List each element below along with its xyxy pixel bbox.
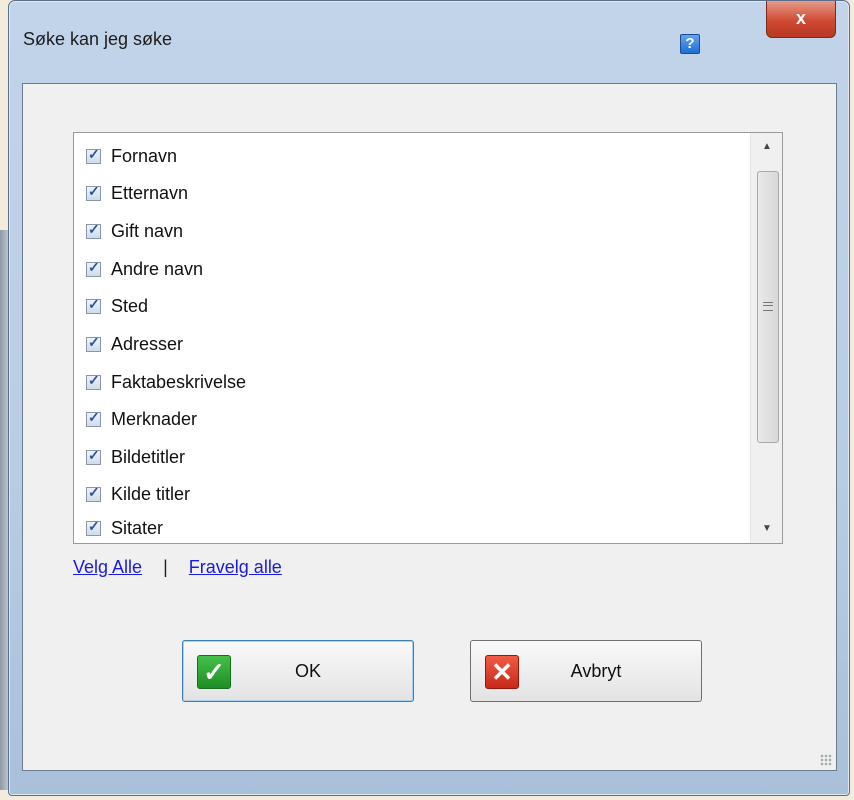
dialog-content: Fornavn Etternavn Gift navn Andre navn S… xyxy=(22,83,837,771)
ok-button-label: OK xyxy=(294,661,321,681)
list-item-sitater[interactable]: Sitater xyxy=(86,513,163,543)
list-item-label: Faktabeskrivelse xyxy=(111,371,247,392)
dialog-title: Søke kan jeg søke xyxy=(23,29,173,49)
ok-button[interactable]: ✓ OK xyxy=(182,640,414,702)
list-item-fornavn[interactable]: Fornavn xyxy=(86,141,177,171)
checkbox-checked-icon[interactable] xyxy=(86,518,101,536)
list-item-gift-navn[interactable]: Gift navn xyxy=(86,216,183,246)
list-item-adresser[interactable]: Adresser xyxy=(86,329,183,359)
list-item-label: Sted xyxy=(111,295,149,316)
checkbox-checked-icon[interactable] xyxy=(86,409,101,427)
checkbox-checked-icon[interactable] xyxy=(86,296,101,314)
deselect-all-link[interactable]: Fravelg alle xyxy=(189,557,282,577)
resize-grip-icon[interactable] xyxy=(820,754,832,766)
list-item-faktabeskrivelse[interactable]: Faktabeskrivelse xyxy=(86,367,246,397)
list-item-label: Etternavn xyxy=(111,182,189,203)
list-item-andre-navn[interactable]: Andre navn xyxy=(86,254,203,284)
list-item-label: Bildetitler xyxy=(111,446,186,467)
field-checklist[interactable]: Fornavn Etternavn Gift navn Andre navn S… xyxy=(73,132,783,544)
list-item-sted[interactable]: Sted xyxy=(86,291,148,321)
checkbox-checked-icon[interactable] xyxy=(86,334,101,352)
list-item-bildetitler[interactable]: Bildetitler xyxy=(86,442,185,472)
scroll-up-arrow-icon[interactable]: ▲ xyxy=(751,133,782,161)
cancel-button[interactable]: ✕ Avbryt xyxy=(470,640,702,702)
list-item-kilde-titler[interactable]: Kilde titler xyxy=(86,479,190,509)
list-item-label: Merknader xyxy=(111,408,198,429)
cancel-button-label: Avbryt xyxy=(570,661,622,681)
select-all-link[interactable]: Velg Alle xyxy=(73,557,142,577)
checkbox-checked-icon[interactable] xyxy=(86,259,101,277)
checkbox-checked-icon[interactable] xyxy=(86,484,101,502)
grip-icon xyxy=(763,302,773,311)
link-separator: | xyxy=(163,557,168,577)
checkbox-checked-icon[interactable] xyxy=(86,183,101,201)
dialog-window: Søke kan jeg søke ? x Fornavn Etternavn … xyxy=(8,0,850,796)
help-icon[interactable]: ? xyxy=(680,34,700,54)
checkbox-checked-icon[interactable] xyxy=(86,372,101,390)
checkbox-checked-icon[interactable] xyxy=(86,221,101,239)
title-bar[interactable]: Søke kan jeg søke ? x xyxy=(9,1,849,81)
list-item-label: Sitater xyxy=(111,517,164,538)
scroll-thumb[interactable] xyxy=(757,171,779,443)
close-button[interactable]: x xyxy=(766,1,836,38)
vertical-scrollbar[interactable]: ▲ ▼ xyxy=(750,133,782,543)
list-item-label: Gift navn xyxy=(111,220,184,241)
list-item-label: Fornavn xyxy=(111,145,178,166)
selection-links: Velg Alle | Fravelg alle xyxy=(73,557,282,578)
checkbox-checked-icon[interactable] xyxy=(86,146,101,164)
list-item-label: Kilde titler xyxy=(111,483,191,504)
checkbox-checked-icon[interactable] xyxy=(86,447,101,465)
list-item-merknader[interactable]: Merknader xyxy=(86,404,197,434)
list-item-label: Andre navn xyxy=(111,258,204,279)
list-item-etternavn[interactable]: Etternavn xyxy=(86,178,188,208)
list-item-label: Adresser xyxy=(111,333,184,354)
scroll-down-arrow-icon[interactable]: ▼ xyxy=(751,515,782,543)
